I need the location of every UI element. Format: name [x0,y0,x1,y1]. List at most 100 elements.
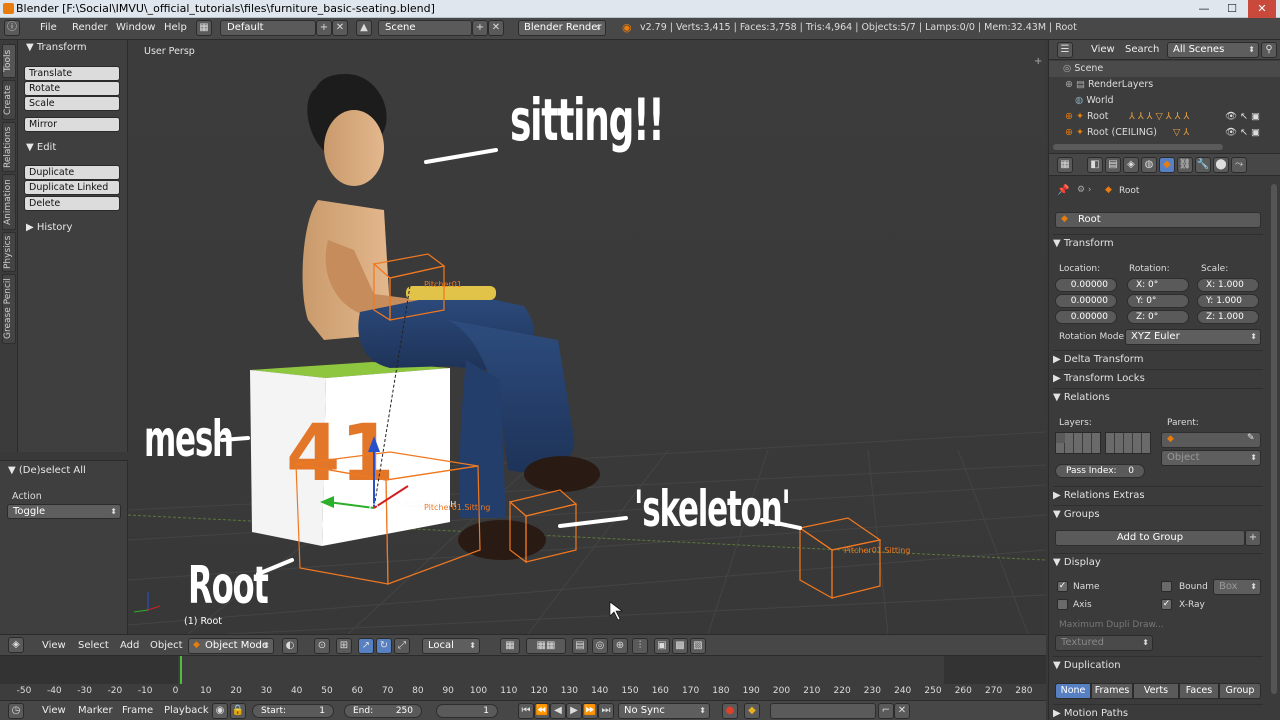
layers-grid-b-icon[interactable]: ▦▦ [526,638,566,654]
remove-scene-icon[interactable]: ✕ [488,20,504,36]
timeline-editor-type-icon[interactable]: ◷ [8,703,24,719]
physics-tab-icon[interactable]: ⤳ [1231,157,1247,173]
name-checkbox[interactable]: ✓ [1057,581,1068,592]
insert-keyframe-icon[interactable]: ⌐ [878,703,894,719]
outliner-editor-type-icon[interactable]: ☰ [1057,42,1073,58]
proportional-edit-icon[interactable]: ◎ [592,638,608,654]
rotate-button[interactable]: Rotate [24,81,120,96]
layout-grid-icon[interactable]: ▦ [196,20,212,36]
outliner-filter-select[interactable]: All Scenes [1167,42,1259,58]
lock-icon[interactable]: 🔒 [230,703,246,719]
outliner-search-icon[interactable]: ⚲ [1261,42,1277,58]
add-to-group-button[interactable]: Add to Group [1055,530,1245,546]
animation-render-icon[interactable]: ▧ [690,638,706,654]
current-frame-field[interactable]: 1 [436,704,498,718]
3d-viewport[interactable]: 41 Pitcher01 FLOOR.MESH Pitcher01.Sittin… [128,40,1046,634]
timeline-menu-view[interactable]: View [42,705,66,716]
rotation-mode-select[interactable]: XYZ Euler [1125,329,1261,345]
minimize-button[interactable]: — [1190,0,1218,18]
duplicate-linked-button[interactable]: Duplicate Linked [24,180,120,195]
3d-editor-type-icon[interactable]: ◈ [8,637,24,653]
menu-select[interactable]: Select [78,640,109,651]
scale-y-field[interactable]: Y: 1.000 [1197,294,1259,308]
transform-panel-header[interactable]: ▼ Transform [26,42,87,53]
tab-grease-pencil[interactable]: Grease Pencil [2,274,16,344]
jump-end-icon[interactable]: ⏭ [598,703,614,719]
duplication-faces-tab[interactable]: Faces [1179,683,1219,699]
translate-button[interactable]: Translate [24,66,120,81]
max-dupli-select[interactable]: Textured [1055,635,1153,651]
render-layer-icon[interactable]: ▤ [572,638,588,654]
rotate-manipulator-icon[interactable]: ↻ [376,638,392,654]
remove-layout-icon[interactable]: ✕ [332,20,348,36]
history-panel-header[interactable]: ▶ History [26,222,72,233]
render-tab-icon[interactable]: ◧ [1087,157,1103,173]
jump-start-icon[interactable]: ⏮ [518,703,534,719]
scale-button[interactable]: Scale [24,96,120,111]
ceiling-visibility-icons[interactable]: 👁 ↖ ▣ [1225,125,1260,141]
menu-add[interactable]: Add [120,640,139,651]
tab-physics[interactable]: Physics [2,232,16,272]
manipulator-icon[interactable]: ⊞ [336,638,352,654]
scale-manipulator-icon[interactable]: ⤢ [394,638,410,654]
mode-select[interactable]: Object Mode [188,638,274,654]
layers-grid-a-icon[interactable]: ▦ [500,638,520,654]
screen-layout-field[interactable]: Default [220,20,316,36]
prev-key-icon[interactable]: ⏪ [534,703,550,719]
transform-locks-section[interactable]: ▶ Transform Locks [1053,369,1263,387]
next-key-icon[interactable]: ⏩ [582,703,598,719]
duplication-group-tab[interactable]: Group [1219,683,1261,699]
mirror-button[interactable]: Mirror [24,117,120,132]
tab-create[interactable]: Create [2,80,16,120]
location-z-field[interactable]: 0.00000 [1055,310,1117,324]
pivot-point-icon[interactable]: ⊙ [314,638,330,654]
outliner-row-root-ceiling[interactable]: ⊕ ✦ Root (CEILING) ▽ ⅄ 👁 ↖ ▣ [1049,125,1280,141]
toggle-properties-icon[interactable]: + [1034,56,1042,67]
render-engine-select[interactable]: Blender Render [518,20,606,36]
axis-checkbox[interactable] [1057,599,1068,610]
menu-render[interactable]: Render [72,22,108,33]
delete-button[interactable]: Delete [24,196,120,211]
auto-keyframe-icon[interactable]: ● [722,703,738,719]
delta-transform-section[interactable]: ▶ Delta Transform [1053,350,1263,368]
display-section[interactable]: ▼ Display [1053,553,1263,571]
opengl-render-icon[interactable]: ▣ [654,638,670,654]
outliner-row-scene[interactable]: ◎ Scene [1049,61,1280,77]
translate-manipulator-icon[interactable]: ↗ [358,638,374,654]
menu-file[interactable]: File [40,22,57,33]
add-group-icon[interactable]: + [1245,530,1261,546]
editor-type-icon[interactable]: ⓘ [4,20,20,36]
active-layer-cell[interactable] [1056,433,1065,443]
root-visibility-icons[interactable]: 👁 ↖ ▣ [1225,109,1260,125]
outliner-row-root[interactable]: ⊕ ✦ Root ⅄ ⅄ ⅄ ▽ ⅄ ⅄ ⅄ 👁 ↖ ▣ [1049,109,1280,125]
duplication-none-tab[interactable]: None [1055,683,1091,699]
scene-field[interactable]: Scene [378,20,472,36]
camera-render-icon[interactable]: ▩ [672,638,688,654]
outliner-scrollbar[interactable] [1053,144,1223,150]
pin-icon[interactable]: 📌 [1057,185,1069,196]
snap-target-icon[interactable]: ⫶ [632,638,648,654]
end-frame-field[interactable]: End: 250 [344,704,422,718]
scale-x-field[interactable]: X: 1.000 [1197,278,1259,292]
layers-tab-icon[interactable]: ▤ [1105,157,1121,173]
tab-tools[interactable]: Tools [2,44,16,78]
record-keyframe-icon[interactable]: ◉ [212,703,228,719]
outliner-row-world[interactable]: ◍ World [1049,93,1280,109]
outliner-menu-view[interactable]: View [1091,44,1115,55]
world-tab-icon[interactable]: ◍ [1141,157,1157,173]
object-name-field[interactable]: Root [1055,212,1261,228]
timeline-menu-playback[interactable]: Playback [164,705,209,716]
rotation-x-field[interactable]: X: 0° [1127,278,1189,292]
timeline-editor[interactable]: -50 -40 -30 -20 -10 0 10 20 30 40 50 60 70 80 90 100 110… [0,656,1046,701]
timeline-menu-frame[interactable]: Frame [122,705,153,716]
tab-animation[interactable]: Animation [2,174,16,230]
outliner-row-renderlayers[interactable]: ⊕ ▤ RenderLayers [1049,77,1280,93]
materials-tab-icon[interactable]: ⬤ [1213,157,1229,173]
pass-index-field[interactable]: Pass Index: 0 [1055,464,1145,478]
location-x-field[interactable]: 0.00000 [1055,278,1117,292]
tab-relations[interactable]: Relations [2,122,16,172]
scale-z-field[interactable]: Z: 1.000 [1197,310,1259,324]
viewport-shading-icon[interactable]: ◐ [282,638,298,654]
duplication-section[interactable]: ▼ Duplication [1053,656,1263,674]
maximize-button[interactable]: ☐ [1218,0,1246,18]
